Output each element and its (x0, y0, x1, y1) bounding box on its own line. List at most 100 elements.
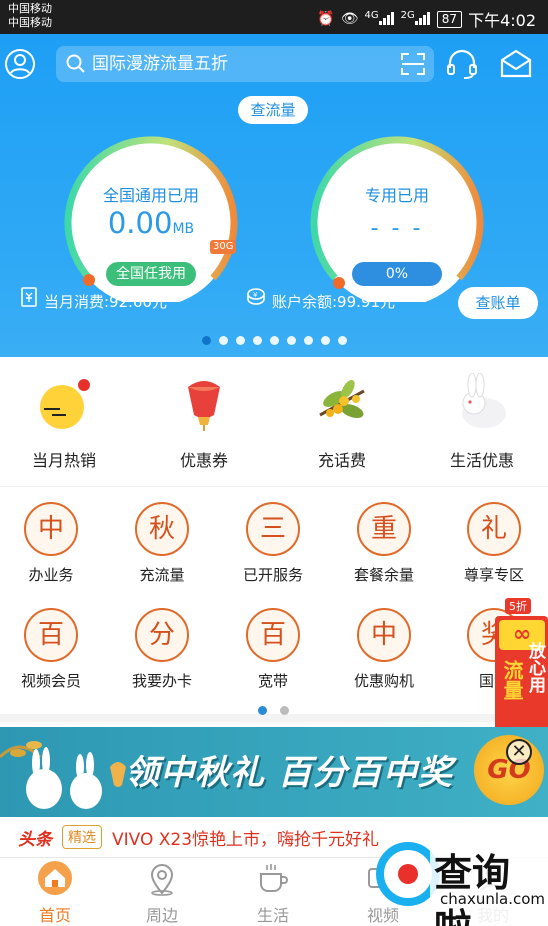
tab-label: 周边 (145, 906, 178, 925)
osmanthus-icon (312, 373, 372, 433)
quick-entry-label: 优惠券 (179, 451, 228, 470)
battery-icon: 87 (436, 10, 463, 28)
search-bar[interactable]: 国际漫游流量五折 (56, 46, 434, 82)
quota-tag: 30G (210, 240, 237, 254)
search-icon (66, 54, 86, 78)
alarm-icon: ⏰ (317, 11, 335, 27)
scan-icon[interactable] (400, 52, 426, 80)
usage-percent-pill: 0% (352, 262, 442, 286)
promo-text: 流量 (500, 660, 524, 700)
services-pager (258, 706, 289, 715)
signal-icon: 2G (401, 10, 431, 29)
svg-text:¥: ¥ (253, 291, 258, 299)
carousel-dot (269, 336, 279, 345)
carrier-name: 中国移动 (8, 16, 52, 29)
tab-home[interactable]: 首页 (0, 860, 110, 926)
carousel-dot (303, 336, 313, 345)
close-icon[interactable]: ✕ (506, 739, 532, 765)
coins-icon: ¥ (244, 284, 266, 320)
service-item[interactable]: 秋充流量 (112, 502, 212, 585)
quick-entry-hot-sales[interactable]: 当月热销 (4, 373, 124, 471)
services-grid: 中办业务 秋充流量 三已开服务 重套餐余量 礼尊享专区 百视频会员 分我要办卡 … (0, 490, 548, 722)
carousel-dot (337, 336, 347, 345)
tab-nearby[interactable]: 周边 (107, 860, 217, 926)
service-item[interactable]: 三已开服务 (223, 502, 323, 585)
tab-label: 首页 (38, 906, 71, 925)
site-watermark: 查询啦 chaxunla.com (366, 832, 548, 926)
service-item[interactable]: 礼尊享专区 (444, 502, 544, 585)
tab-life[interactable]: 生活 (218, 860, 328, 926)
signal-icon: 4G (365, 10, 395, 29)
pager-dot (258, 706, 267, 715)
service-label: 套餐余量 (353, 566, 414, 584)
quick-entry-label: 生活优惠 (449, 451, 514, 470)
quick-entry-coupons[interactable]: 优惠券 (144, 373, 264, 471)
service-item[interactable]: 百视频会员 (1, 608, 101, 691)
moon-icon (34, 373, 94, 433)
service-icon: 中 (24, 502, 78, 556)
carousel-indicator (0, 336, 548, 348)
headline-source: 头条 (18, 829, 52, 850)
quick-entry-life-deals[interactable]: 生活优惠 (422, 372, 542, 471)
carrier-name: 中国移动 (8, 2, 52, 15)
featured-tag: 精选 (62, 825, 102, 849)
service-icon: 礼 (467, 502, 521, 556)
lantern-icon (174, 373, 234, 433)
service-item[interactable]: 分我要办卡 (112, 608, 212, 691)
status-bar: 中国移动 中国移动 ⏰ 👁 4G 2G 87 下午4:02 (0, 0, 548, 34)
check-traffic-button[interactable]: 查流量 (238, 96, 308, 124)
service-item[interactable]: 重套餐余量 (334, 502, 434, 585)
headset-icon[interactable] (445, 48, 479, 80)
discount-tag: 5折 (505, 598, 531, 614)
dedicated-traffic-gauge[interactable]: 专用已用 - - - 0% (302, 132, 492, 302)
gauge-title: 专用已用 (364, 186, 429, 205)
quick-entry-label: 当月热销 (31, 451, 96, 470)
service-label: 办业务 (28, 566, 74, 584)
carousel-dot (201, 336, 211, 345)
carousel-dot (286, 336, 296, 345)
clock: 下午4:02 (468, 11, 536, 30)
service-label: 视频会员 (20, 672, 81, 690)
watermark-title: 查询啦 (430, 842, 548, 926)
monthly-spend[interactable]: 当月消费:92.60元 (20, 284, 167, 320)
carousel-dot (235, 336, 245, 345)
banner-title: 领中秋礼 百分百中奖 (125, 753, 453, 793)
service-label: 宽带 (257, 672, 288, 690)
app-screen: 中国移动 中国移动 ⏰ 👁 4G 2G 87 下午4:02 国际漫游流量五折 查… (0, 0, 548, 926)
service-icon: 百 (246, 608, 300, 662)
location-icon (144, 860, 180, 896)
service-label: 充流量 (139, 566, 185, 584)
national-traffic-gauge[interactable]: 全国通用已用 0.00MB 30G 全国任我用 (56, 132, 246, 302)
service-icon: 秋 (135, 502, 189, 556)
check-bill-button[interactable]: 查账单 (458, 287, 538, 319)
unlimited-plan-pill: 全国任我用 (106, 262, 196, 286)
mail-icon[interactable] (499, 48, 533, 80)
account-header: 国际漫游流量五折 查流量 全国通用已用 0.00MB 30G 全国任我用 专用已… (0, 34, 548, 357)
headline-text: VIVO X23惊艳上市，嗨抢千元好礼 (112, 829, 380, 850)
account-balance[interactable]: ¥ 账户余额:99.91元 (244, 284, 395, 320)
service-item[interactable]: 百宽带 (223, 608, 323, 691)
quick-entry-top-up[interactable]: 充话费 (282, 373, 402, 471)
status-indicators: ⏰ 👁 4G 2G 87 下午4:02 (317, 7, 536, 31)
rabbit-lantern-illustration (0, 741, 126, 809)
service-icon: 分 (135, 608, 189, 662)
service-label: 尊享专区 (463, 566, 524, 584)
avatar-icon[interactable] (4, 48, 36, 80)
service-icon: 三 (246, 502, 300, 556)
search-placeholder: 国际漫游流量五折 (92, 54, 228, 74)
mid-autumn-banner[interactable]: 领中秋礼 百分百中奖 GO ✕ (0, 727, 548, 817)
home-icon (37, 860, 73, 896)
watermark-domain: chaxunla.com (438, 890, 547, 908)
service-icon: 重 (357, 502, 411, 556)
rabbit-icon (452, 372, 512, 433)
service-label: 已开服务 (242, 566, 303, 584)
quick-entry-label: 充话费 (317, 451, 366, 470)
gauge-title: 全国通用已用 (102, 186, 199, 205)
quick-entries: 当月热销 优惠券 充话费 生活优惠 (0, 357, 548, 487)
service-icon: 百 (24, 608, 78, 662)
service-item[interactable]: 中办业务 (1, 502, 101, 585)
traffic-promo-float[interactable]: 5折 ∞ 流量 放心用 (493, 598, 548, 738)
service-item[interactable]: 中优惠购机 (334, 608, 434, 691)
promo-text: 放心用 (525, 642, 545, 693)
tab-label: 生活 (256, 906, 289, 925)
